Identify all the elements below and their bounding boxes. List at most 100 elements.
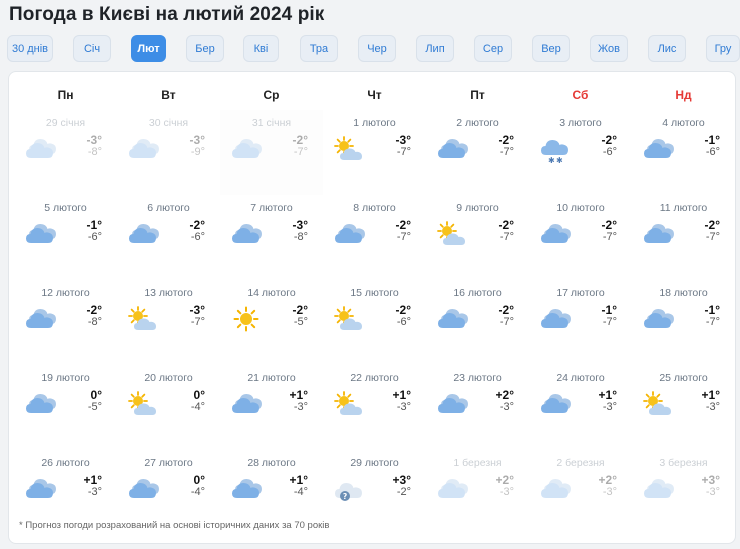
temp-min: -7° — [396, 231, 411, 243]
temp-max: -2° — [395, 218, 411, 232]
temp-min: -7° — [705, 231, 720, 243]
day-date: 3 березня — [659, 457, 708, 469]
day-cell[interactable]: 3 лютого ✱ ✱ -2° -6° — [529, 110, 632, 195]
temp-min: -9° — [190, 146, 205, 158]
day-cell[interactable]: 13 лютого -3° -7° — [117, 280, 220, 365]
cloudy-icon — [436, 306, 468, 332]
temp-min: -3° — [602, 486, 617, 498]
temp-max: -1° — [704, 133, 720, 147]
month-tab[interactable]: Вер — [532, 35, 570, 62]
day-cell[interactable]: 1 березня +2° -3° — [426, 450, 529, 535]
temp-max: -3° — [189, 303, 205, 317]
snow-icon: ✱ ✱ — [539, 136, 571, 165]
day-cell[interactable]: 6 лютого -2° -6° — [117, 195, 220, 280]
day-cell[interactable]: 31 січня -2° -7° — [220, 110, 323, 195]
day-cell[interactable]: 2 лютого -2° -7° — [426, 110, 529, 195]
temp-max: +2° — [495, 473, 514, 487]
day-cell[interactable]: 3 березня +3° -3° — [632, 450, 735, 535]
day-date: 28 лютого — [247, 457, 296, 469]
day-cell[interactable]: 18 лютого -1° -7° — [632, 280, 735, 365]
day-date: 2 березня — [556, 457, 605, 469]
month-tab[interactable]: Лис — [648, 35, 686, 62]
temp-min: -7° — [602, 316, 617, 328]
day-cell[interactable]: 29 лютого? +3° -2° — [323, 450, 426, 535]
month-tab[interactable]: Січ — [73, 35, 111, 62]
temp-max: +1° — [392, 388, 411, 402]
day-cell[interactable]: 4 лютого -1° -6° — [632, 110, 735, 195]
temp-max: -3° — [86, 133, 102, 147]
cloudy-icon — [539, 306, 571, 332]
partly-sunny-icon — [333, 136, 365, 162]
month-tab[interactable]: 30 днів — [7, 35, 53, 62]
day-cell[interactable]: 21 лютого +1° -3° — [220, 365, 323, 450]
month-tab[interactable]: Жов — [590, 35, 628, 62]
day-date: 15 лютого — [350, 287, 399, 299]
temp-max: +2° — [495, 388, 514, 402]
day-cell[interactable]: 25 лютого +1° -3° — [632, 365, 735, 450]
day-cell[interactable]: 1 лютого -3° -7° — [323, 110, 426, 195]
cloudy-icon — [539, 391, 571, 417]
temp-max: -2° — [292, 133, 308, 147]
day-date: 8 лютого — [353, 202, 396, 214]
month-tab[interactable]: Лют — [131, 35, 166, 62]
month-tab[interactable]: Бер — [186, 35, 224, 62]
day-cell[interactable]: 11 лютого -2° -7° — [632, 195, 735, 280]
unknown-weather-icon: ? — [333, 476, 365, 502]
cloudy-icon — [436, 391, 468, 417]
page-title: Погода в Києві на лютий 2024 рік — [9, 4, 325, 25]
day-date: 11 лютого — [659, 202, 708, 214]
temp-min: -7° — [190, 316, 205, 328]
day-cell[interactable]: 23 лютого +2° -3° — [426, 365, 529, 450]
month-tab[interactable]: Тра — [300, 35, 338, 62]
day-cell[interactable]: 14 лютого -2° -5° — [220, 280, 323, 365]
day-date: 14 лютого — [247, 287, 296, 299]
weekday-header: Пн — [57, 88, 74, 102]
temp-max: -3° — [292, 218, 308, 232]
day-cell[interactable]: 24 лютого +1° -3° — [529, 365, 632, 450]
day-date: 13 лютого — [144, 287, 193, 299]
day-cell[interactable]: 10 лютого -2° -7° — [529, 195, 632, 280]
month-tab[interactable]: Сер — [474, 35, 512, 62]
day-date: 20 лютого — [144, 372, 193, 384]
temp-max: +3° — [701, 473, 720, 487]
day-cell[interactable]: 22 лютого +1° -3° — [323, 365, 426, 450]
cloudy-icon — [230, 476, 262, 502]
temp-max: 0° — [193, 388, 205, 402]
day-cell[interactable]: 29 січня -3° -8° — [14, 110, 117, 195]
day-cell[interactable]: 30 січня -3° -9° — [117, 110, 220, 195]
temp-min: -6° — [602, 146, 617, 158]
day-cell[interactable]: 15 лютого -2° -6° — [323, 280, 426, 365]
cloudy-icon — [127, 221, 159, 247]
month-tab[interactable]: Лип — [416, 35, 454, 62]
day-cell[interactable]: 20 лютого 0° -4° — [117, 365, 220, 450]
temp-min: -3° — [602, 401, 617, 413]
partly-sunny-icon — [127, 391, 159, 417]
day-cell[interactable]: 12 лютого -2° -8° — [14, 280, 117, 365]
weekday-header: Пт — [470, 88, 485, 102]
temp-min: -3° — [87, 486, 102, 498]
svg-text:?: ? — [343, 492, 347, 501]
day-cell[interactable]: 17 лютого -1° -7° — [529, 280, 632, 365]
cloudy-icon — [230, 391, 262, 417]
day-cell[interactable]: 9 лютого -2° -7° — [426, 195, 529, 280]
temp-min: -3° — [499, 401, 514, 413]
temp-min: -7° — [396, 146, 411, 158]
day-date: 27 лютого — [144, 457, 193, 469]
temp-min: -8° — [87, 316, 102, 328]
month-tab[interactable]: Чер — [358, 35, 396, 62]
day-cell[interactable]: 16 лютого -2° -7° — [426, 280, 529, 365]
day-date: 24 лютого — [556, 372, 605, 384]
day-cell[interactable]: 7 лютого -3° -8° — [220, 195, 323, 280]
day-cell[interactable]: 5 лютого -1° -6° — [14, 195, 117, 280]
day-cell[interactable]: 19 лютого 0° -5° — [14, 365, 117, 450]
day-date: 12 лютого — [41, 287, 90, 299]
cloudy-icon — [230, 136, 262, 162]
month-tab[interactable]: Кві — [243, 35, 279, 62]
day-date: 16 лютого — [453, 287, 502, 299]
temp-max: 0° — [90, 388, 102, 402]
day-cell[interactable]: 2 березня +2° -3° — [529, 450, 632, 535]
month-tab[interactable]: Гру — [706, 35, 740, 62]
sun-icon — [230, 306, 262, 332]
day-cell[interactable]: 8 лютого -2° -7° — [323, 195, 426, 280]
weekday-header: Нд — [675, 88, 692, 102]
